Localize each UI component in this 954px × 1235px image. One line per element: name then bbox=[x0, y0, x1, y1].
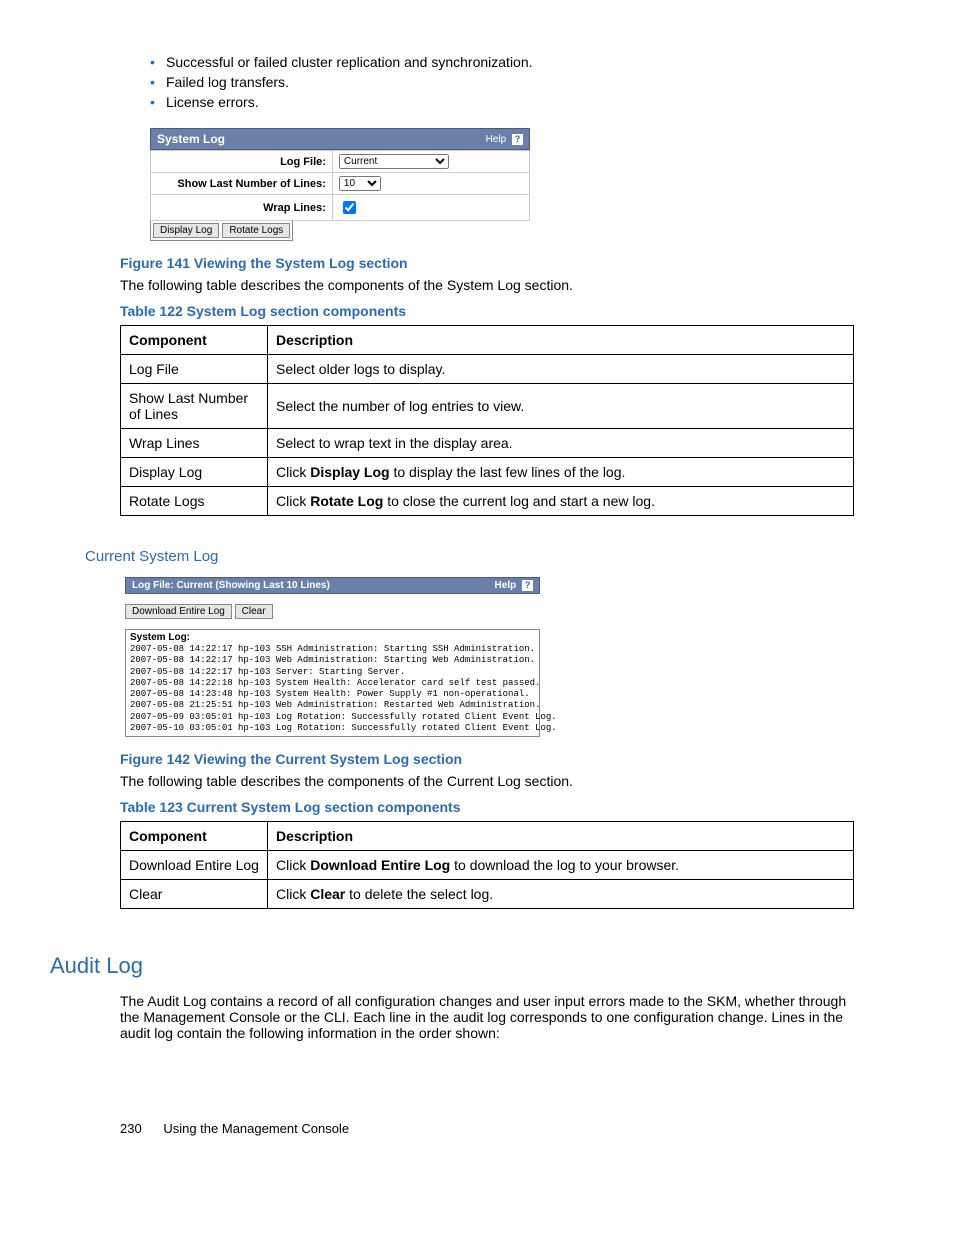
table-header-component: Component bbox=[121, 822, 268, 851]
table-row: Wrap Lines Select to wrap text in the di… bbox=[121, 429, 854, 458]
log-line: 2007-05-09 03:05:01 hp-103 Log Rotation:… bbox=[130, 712, 535, 723]
page-footer: 230 Using the Management Console bbox=[120, 1121, 854, 1136]
component-cell: Download Entire Log bbox=[121, 851, 268, 880]
description-cell: Click Clear to delete the select log. bbox=[268, 880, 854, 909]
description-cell: Click Download Entire Log to download th… bbox=[268, 851, 854, 880]
table-header-description: Description bbox=[268, 326, 854, 355]
help-text: Help bbox=[495, 580, 517, 591]
list-item: License errors. bbox=[150, 94, 854, 110]
panel-title: Log File: Current (Showing Last 10 Lines… bbox=[132, 580, 330, 591]
table-123-caption: Table 123 Current System Log section com… bbox=[120, 799, 854, 815]
help-link[interactable]: Help ? bbox=[495, 580, 533, 591]
description-cell: Select older logs to display. bbox=[268, 355, 854, 384]
table-header-description: Description bbox=[268, 822, 854, 851]
table-122-caption: Table 122 System Log section components bbox=[120, 303, 854, 319]
figure-142-caption: Figure 142 Viewing the Current System Lo… bbox=[120, 751, 854, 767]
clear-button[interactable]: Clear bbox=[235, 604, 273, 619]
bullet-text: Successful or failed cluster replication… bbox=[166, 54, 533, 70]
wrap-lines-checkbox[interactable] bbox=[343, 201, 356, 214]
component-cell: Log File bbox=[121, 355, 268, 384]
component-cell: Rotate Logs bbox=[121, 487, 268, 516]
table-row: Show Last Number of Lines Select the num… bbox=[121, 384, 854, 429]
log-line: 2007-05-08 14:22:18 hp-103 System Health… bbox=[130, 678, 535, 689]
component-cell: Wrap Lines bbox=[121, 429, 268, 458]
component-cell: Display Log bbox=[121, 458, 268, 487]
log-file-select[interactable]: Current bbox=[339, 154, 449, 169]
table-header-component: Component bbox=[121, 326, 268, 355]
bullet-text: Failed log transfers. bbox=[166, 74, 289, 90]
system-log-display: System Log: 2007-05-08 14:22:17 hp-103 S… bbox=[125, 629, 540, 737]
component-cell: Clear bbox=[121, 880, 268, 909]
current-system-log-heading: Current System Log bbox=[85, 548, 854, 565]
table-row: Download Entire Log Click Download Entir… bbox=[121, 851, 854, 880]
panel-title: System Log bbox=[157, 132, 225, 146]
log-line: 2007-05-08 14:22:17 hp-103 Web Administr… bbox=[130, 655, 535, 666]
log-line: 2007-05-08 21:25:51 hp-103 Web Administr… bbox=[130, 700, 535, 711]
log-line: 2007-05-08 14:23:48 hp-103 System Health… bbox=[130, 689, 535, 700]
description-cell: Select to wrap text in the display area. bbox=[268, 429, 854, 458]
display-log-button[interactable]: Display Log bbox=[153, 223, 219, 238]
table-row: Display Log Click Display Log to display… bbox=[121, 458, 854, 487]
page-number: 230 bbox=[120, 1121, 142, 1136]
figure-141-caption: Figure 141 Viewing the System Log sectio… bbox=[120, 255, 854, 271]
lines-label: Show Last Number of Lines: bbox=[151, 173, 333, 195]
help-text: Help bbox=[486, 134, 507, 145]
list-item: Failed log transfers. bbox=[150, 74, 854, 90]
component-cell: Show Last Number of Lines bbox=[121, 384, 268, 429]
log-line: 2007-05-08 14:22:17 hp-103 Server: Start… bbox=[130, 667, 535, 678]
description-cell: Click Rotate Log to close the current lo… bbox=[268, 487, 854, 516]
panel-titlebar: Log File: Current (Showing Last 10 Lines… bbox=[125, 577, 540, 594]
system-log-panel: System Log Help ? Log File: Current Show… bbox=[150, 128, 530, 241]
help-icon: ? bbox=[512, 134, 523, 145]
figure-141-followup: The following table describes the compon… bbox=[120, 277, 854, 293]
figure-142-followup: The following table describes the compon… bbox=[120, 773, 854, 789]
audit-log-heading: Audit Log bbox=[50, 953, 854, 979]
table-row: Log File Select older logs to display. bbox=[121, 355, 854, 384]
log-file-label: Log File: bbox=[151, 151, 333, 173]
help-icon: ? bbox=[522, 580, 533, 591]
log-area-label: System Log: bbox=[130, 632, 535, 643]
bullet-text: License errors. bbox=[166, 94, 259, 110]
table-row: Rotate Logs Click Rotate Log to close th… bbox=[121, 487, 854, 516]
rotate-logs-button[interactable]: Rotate Logs bbox=[222, 223, 290, 238]
audit-log-paragraph: The Audit Log contains a record of all c… bbox=[120, 993, 854, 1041]
list-item: Successful or failed cluster replication… bbox=[150, 54, 854, 70]
download-entire-log-button[interactable]: Download Entire Log bbox=[125, 604, 232, 619]
current-log-panel: Log File: Current (Showing Last 10 Lines… bbox=[125, 577, 540, 737]
table-123: Component Description Download Entire Lo… bbox=[120, 821, 854, 909]
description-cell: Select the number of log entries to view… bbox=[268, 384, 854, 429]
panel-titlebar: System Log Help ? bbox=[150, 128, 530, 150]
table-row: Clear Click Clear to delete the select l… bbox=[121, 880, 854, 909]
log-line: 2007-05-10 03:05:01 hp-103 Log Rotation:… bbox=[130, 723, 535, 734]
wrap-lines-label: Wrap Lines: bbox=[151, 195, 333, 221]
footer-title: Using the Management Console bbox=[163, 1121, 349, 1136]
log-line: 2007-05-08 14:22:17 hp-103 SSH Administr… bbox=[130, 644, 535, 655]
help-link[interactable]: Help ? bbox=[486, 134, 523, 145]
description-cell: Click Display Log to display the last fe… bbox=[268, 458, 854, 487]
table-122: Component Description Log File Select ol… bbox=[120, 325, 854, 516]
intro-bullet-list: Successful or failed cluster replication… bbox=[120, 54, 854, 110]
lines-select[interactable]: 10 bbox=[339, 176, 381, 191]
system-log-form: Log File: Current Show Last Number of Li… bbox=[150, 150, 530, 221]
